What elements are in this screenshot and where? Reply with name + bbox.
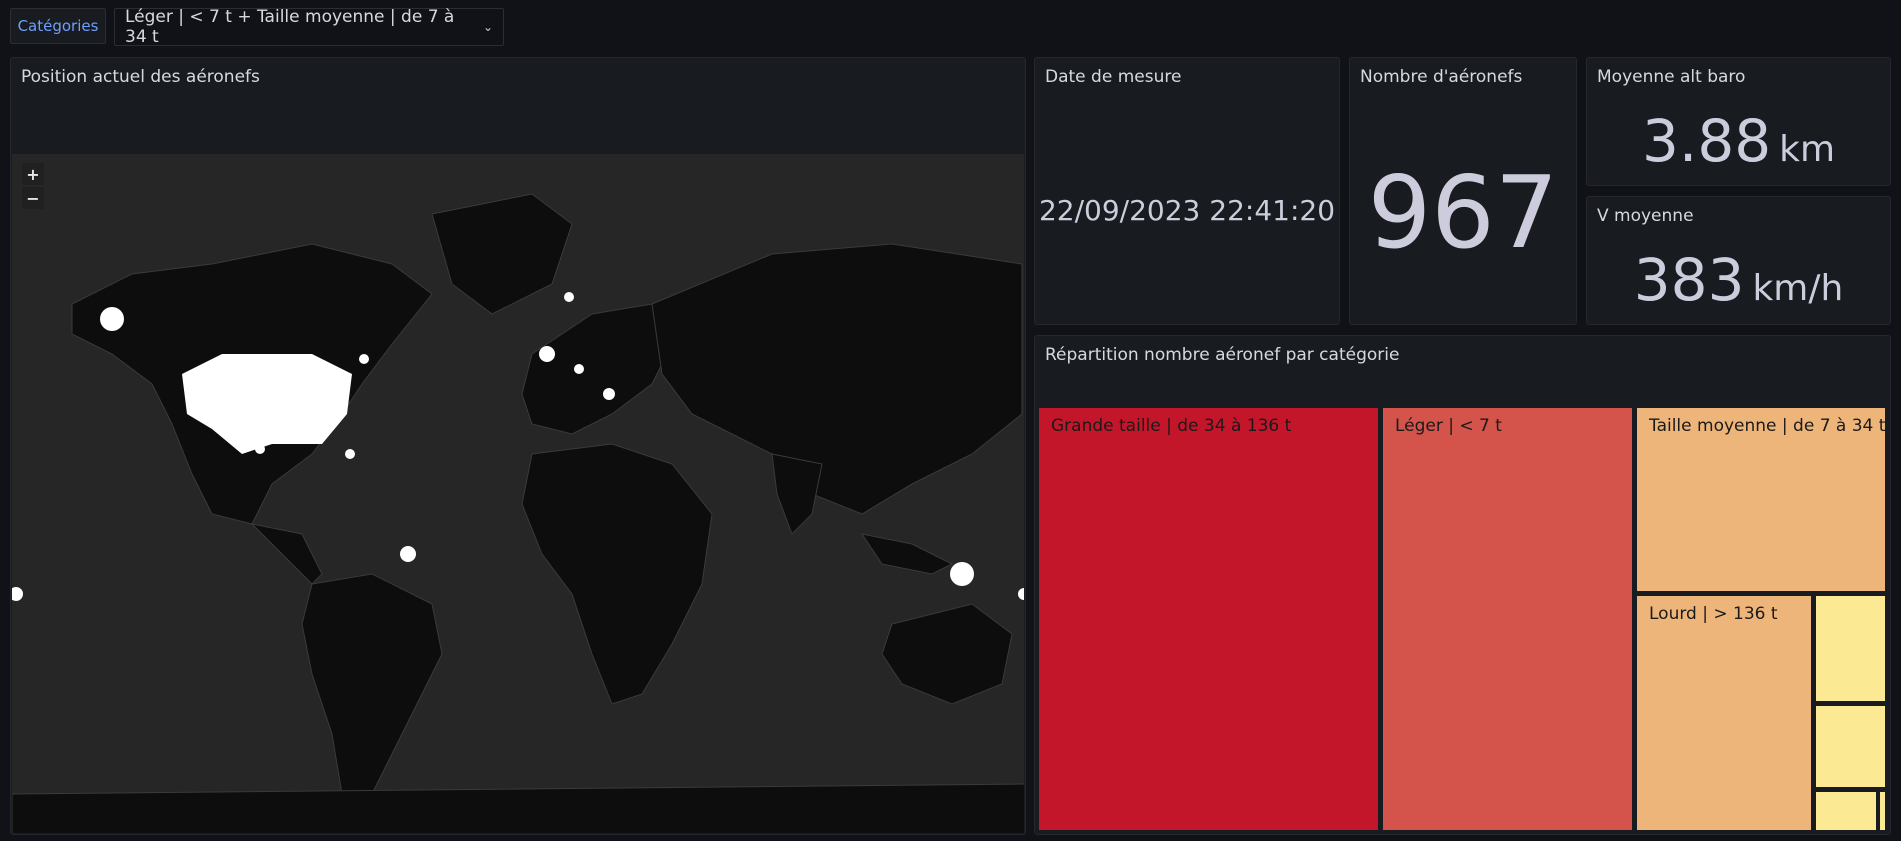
treemap-tile-lourd[interactable]: Lourd | > 136 t (1637, 596, 1811, 830)
world-map-geography (12, 193, 1024, 833)
greenland-landmass (431, 193, 573, 315)
count-stat-value: 967 (1367, 154, 1559, 271)
aircraft-central-europe (574, 364, 584, 374)
aircraft-cluster-australia (950, 562, 974, 586)
india-landmass (771, 453, 823, 535)
chevron-down-icon: ⌄ (482, 20, 493, 34)
altitude-panel-title[interactable]: Moyenne alt baro (1597, 67, 1745, 87)
treemap-tile-small-3[interactable] (1816, 792, 1876, 830)
speed-stat-panel: V moyenne 383 km/h (1586, 196, 1891, 325)
aircraft-mexico (255, 444, 265, 454)
aircraft-cluster-alaska (100, 307, 124, 331)
aircraft-caribbean (345, 449, 355, 459)
category-select-value: Léger | < 7 t + Taille moyenne | de 7 à … (125, 7, 455, 47)
speed-stat-value: 383 km/h (1587, 245, 1890, 324)
world-map[interactable]: + − (12, 154, 1024, 833)
altitude-stat-value: 3.88 km (1587, 106, 1890, 185)
treemap-tile-small-4[interactable] (1880, 792, 1885, 830)
altitude-stat-panel: Moyenne alt baro 3.88 km (1586, 57, 1891, 186)
treemap-tile-label: Lourd | > 136 t (1649, 604, 1778, 624)
antarctica-landmass (12, 783, 1024, 833)
map-zoom-out-button[interactable]: − (22, 187, 44, 209)
treemap-tile-taille-moyenne[interactable]: Taille moyenne | de 7 à 34 t (1637, 408, 1885, 591)
speed-unit: km/h (1752, 268, 1844, 309)
treemap-tile-small-2[interactable] (1816, 706, 1885, 787)
asia-landmass (651, 243, 1023, 515)
treemap-tile-small-1[interactable] (1816, 596, 1885, 701)
map-panel: Position actuel des aéronefs + − (10, 57, 1026, 835)
count-panel-title[interactable]: Nombre d'aéronefs (1360, 67, 1522, 87)
aircraft-italy (603, 388, 615, 400)
treemap-panel-title[interactable]: Répartition nombre aéronef par catégorie (1045, 345, 1399, 365)
date-stat-value: 22/09/2023 22:41:20 (1038, 194, 1336, 227)
central-america-landmass (250, 523, 323, 585)
aircraft-east-canada (359, 354, 369, 364)
treemap-tile-label: Grande taille | de 34 à 136 t (1051, 416, 1292, 436)
date-panel-title[interactable]: Date de mesure (1045, 67, 1181, 87)
southeast-asia-islands (860, 533, 954, 575)
aircraft-cluster-hawaii (12, 587, 23, 601)
altitude-unit: km (1779, 129, 1835, 170)
map-zoom-in-button[interactable]: + (22, 163, 44, 185)
variable-label-categories: Catégories (10, 8, 106, 44)
count-stat-panel: Nombre d'aéronefs 967 (1349, 57, 1577, 325)
date-stat-panel: Date de mesure 22/09/2023 22:41:20 (1034, 57, 1340, 325)
europe-landmass (521, 303, 673, 435)
speed-panel-title[interactable]: V moyenne (1597, 206, 1694, 226)
altitude-value: 3.88 (1642, 107, 1772, 175)
aircraft-cluster-brazil (400, 546, 416, 562)
treemap-chart: Grande taille | de 34 à 136 t Léger | < … (1039, 408, 1885, 830)
treemap-panel: Répartition nombre aéronef par catégorie… (1034, 335, 1891, 835)
aircraft-cluster-nz (1018, 588, 1024, 600)
australia-landmass (881, 603, 1013, 705)
treemap-tile-leger[interactable]: Léger | < 7 t (1383, 408, 1632, 830)
africa-landmass (521, 443, 713, 705)
speed-value: 383 (1633, 246, 1745, 314)
aircraft-scandinavia (564, 292, 574, 302)
map-panel-title[interactable]: Position actuel des aéronefs (21, 67, 260, 87)
south-america-landmass (301, 573, 443, 815)
treemap-tile-label: Léger | < 7 t (1395, 416, 1502, 436)
treemap-tile-grande-taille[interactable]: Grande taille | de 34 à 136 t (1039, 408, 1378, 830)
category-variable-select[interactable]: Léger | < 7 t + Taille moyenne | de 7 à … (114, 7, 504, 47)
treemap-tile-label: Taille moyenne | de 7 à 34 t (1649, 416, 1886, 436)
aircraft-cluster-europe (539, 346, 555, 362)
